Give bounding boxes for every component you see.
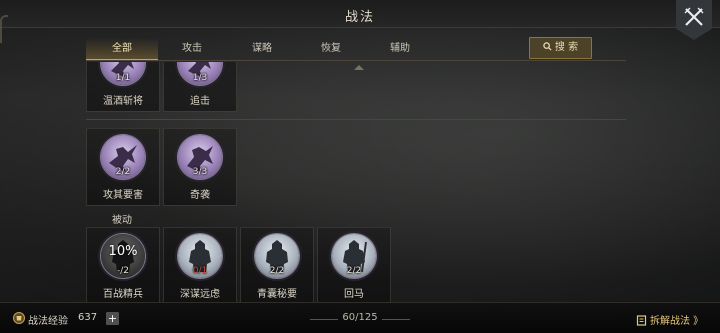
tab-strategy[interactable]: 谋略: [228, 38, 296, 60]
tactic-name: 温酒斩将: [103, 96, 143, 107]
exp-label: 战法经验: [28, 316, 68, 327]
tactic-level: 1/3: [192, 73, 208, 83]
tactic-level: 0/1: [192, 266, 208, 276]
exp-value: 637: [78, 312, 98, 323]
search-label: 搜 索: [554, 42, 579, 53]
group-divider: [86, 119, 626, 120]
tactic-level: 2/2: [115, 167, 131, 177]
tab-support[interactable]: 辅助: [366, 38, 434, 60]
add-exp-button[interactable]: +: [106, 312, 119, 325]
tactic-name: 奇袭: [190, 190, 210, 201]
section-label-passive: 被动: [112, 215, 132, 226]
tactic-name: 追击: [190, 96, 210, 107]
tactic-card[interactable]: 0/1 深谋远虑: [163, 227, 237, 302]
title-bar: 战法: [0, 0, 720, 28]
count-divider-left: [310, 319, 338, 320]
tab-recovery[interactable]: 恢复: [297, 38, 365, 60]
tactic-card[interactable]: 1/1 温酒斩将: [86, 62, 160, 112]
search-icon: [543, 42, 552, 51]
tactic-card[interactable]: 2/2 攻其要害: [86, 128, 160, 206]
tactic-level: 3/3: [192, 167, 208, 177]
crossed-swords-icon: [684, 7, 704, 26]
tactic-name: 回马: [344, 289, 364, 300]
decompose-label: 拆解战法 》: [650, 316, 704, 327]
window-title: 战法: [344, 10, 375, 25]
tactics-list: 1/1 温酒斩将 1/3 追击 2/2 攻其要害 3/3 奇袭 被动 10% -…: [0, 62, 720, 302]
unlock-progress: 10%: [108, 244, 138, 259]
count-divider-right: [382, 319, 410, 320]
tactic-card[interactable]: 10% -/2 百战精兵: [86, 227, 160, 302]
decompose-tactics-button[interactable]: 拆解战法 》: [636, 312, 703, 327]
tactic-count: 60/125: [342, 312, 378, 323]
tab-attack[interactable]: 攻击: [158, 38, 226, 60]
search-button[interactable]: 搜 索: [529, 37, 592, 59]
scroll-icon: [636, 315, 647, 326]
tactic-name: 攻其要害: [103, 190, 143, 201]
tactic-level: 2/2: [269, 266, 285, 276]
tactic-name: 深谋远虑: [180, 289, 220, 300]
tactic-name: 百战精兵: [103, 289, 143, 300]
tabs-underline: [86, 60, 626, 61]
tab-all[interactable]: 全部: [86, 38, 158, 61]
tactic-level: 1/1: [115, 73, 131, 83]
tactic-name: 青囊秘要: [257, 289, 297, 300]
tactic-card[interactable]: 2/2 青囊秘要: [240, 227, 314, 302]
tactic-card[interactable]: 2/2 回马: [317, 227, 391, 302]
tactic-card[interactable]: 3/3 奇袭: [163, 128, 237, 206]
tactic-exp-icon: [13, 312, 25, 324]
tactic-level: 2/2: [346, 266, 362, 276]
bottom-bar: 战法经验 637 + 60/125 拆解战法 》: [0, 302, 720, 333]
tactic-card[interactable]: 1/3 追击: [163, 62, 237, 112]
corner-ornament: [0, 15, 8, 43]
tactic-level: -/2: [116, 266, 129, 276]
